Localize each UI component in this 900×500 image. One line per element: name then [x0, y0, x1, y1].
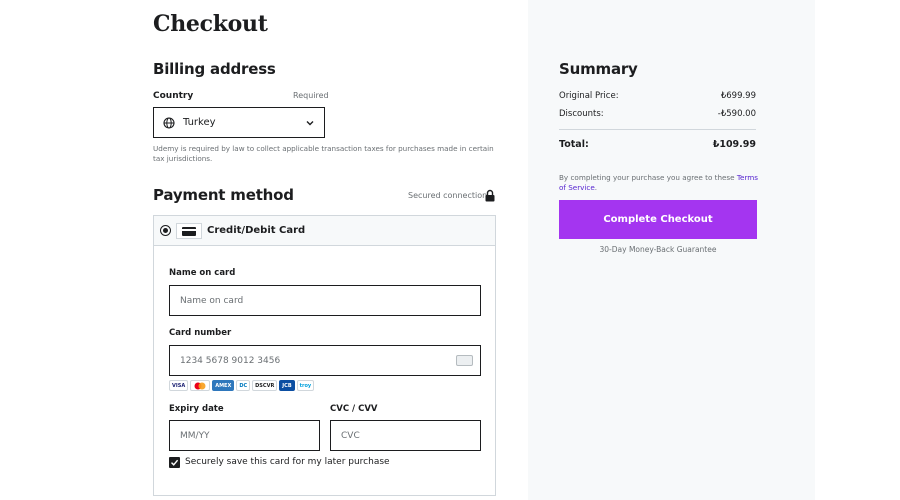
complete-checkout-button[interactable]: Complete Checkout: [559, 200, 757, 239]
billing-heading: Billing address: [153, 60, 276, 78]
discover-icon: DSCVR: [252, 380, 278, 391]
cvc-input[interactable]: CVC: [330, 420, 481, 451]
discounts-label: Discounts:: [559, 109, 604, 119]
summary-divider: [559, 129, 756, 130]
checkmark-icon: [171, 459, 179, 466]
tax-note: Udemy is required by law to collect appl…: [153, 144, 494, 163]
expiry-label: Expiry date: [169, 404, 224, 414]
terms-suffix: .: [594, 183, 598, 192]
terms-prefix: By completing your purchase you agree to…: [559, 173, 737, 182]
total-value: ₺109.99: [712, 139, 756, 150]
name-on-card-label: Name on card: [169, 268, 236, 278]
card-placeholder-icon: [456, 355, 473, 366]
country-label: Country: [153, 91, 194, 101]
money-back-guarantee: 30-Day Money-Back Guarantee: [599, 245, 717, 254]
card-method-option[interactable]: Credit/Debit Card: [154, 216, 495, 246]
card-method-label: Credit/Debit Card: [207, 225, 306, 236]
diners-club-icon: DC: [236, 380, 251, 391]
cvc-label: CVC / CVV: [330, 404, 378, 414]
save-card-label: Securely save this card for my later pur…: [185, 457, 390, 467]
jcb-icon: JCB: [279, 380, 295, 391]
secured-connection-label: Secured connection: [408, 191, 488, 200]
required-label: Required: [293, 91, 329, 100]
country-value: Turkey: [183, 117, 216, 128]
amex-icon: AMEX: [212, 380, 235, 391]
total-label: Total:: [559, 139, 589, 150]
name-on-card-input[interactable]: Name on card: [169, 285, 481, 316]
lock-icon: [485, 189, 495, 202]
original-price-label: Original Price:: [559, 91, 619, 101]
card-number-label: Card number: [169, 328, 232, 338]
country-select[interactable]: Turkey: [153, 107, 325, 138]
discounts-value: -₺590.00: [717, 109, 756, 119]
original-price-value: ₺699.99: [720, 91, 756, 101]
card-number-placeholder: 1234 5678 9012 3456: [180, 355, 281, 366]
expiry-input[interactable]: MM/YY: [169, 420, 320, 451]
terms-note: By completing your purchase you agree to…: [559, 173, 759, 193]
card-number-input[interactable]: 1234 5678 9012 3456: [169, 345, 481, 376]
card-method-radio[interactable]: [160, 225, 171, 236]
card-brands: VISA AMEX DC DSCVR JCB troy: [169, 380, 315, 391]
visa-icon: VISA: [169, 380, 189, 391]
discounts-row: Discounts: -₺590.00: [559, 109, 756, 119]
chevron-down-icon: [306, 121, 314, 126]
page-title: Checkout: [153, 11, 268, 37]
globe-icon: [163, 116, 175, 129]
mastercard-icon: [190, 380, 211, 391]
payment-heading: Payment method: [153, 186, 294, 204]
summary-heading: Summary: [559, 60, 638, 78]
save-card-checkbox[interactable]: [169, 457, 180, 468]
troy-icon: troy: [296, 380, 315, 391]
total-row: Total: ₺109.99: [559, 139, 756, 150]
original-price-row: Original Price: ₺699.99: [559, 91, 756, 101]
credit-card-icon: [176, 223, 202, 239]
